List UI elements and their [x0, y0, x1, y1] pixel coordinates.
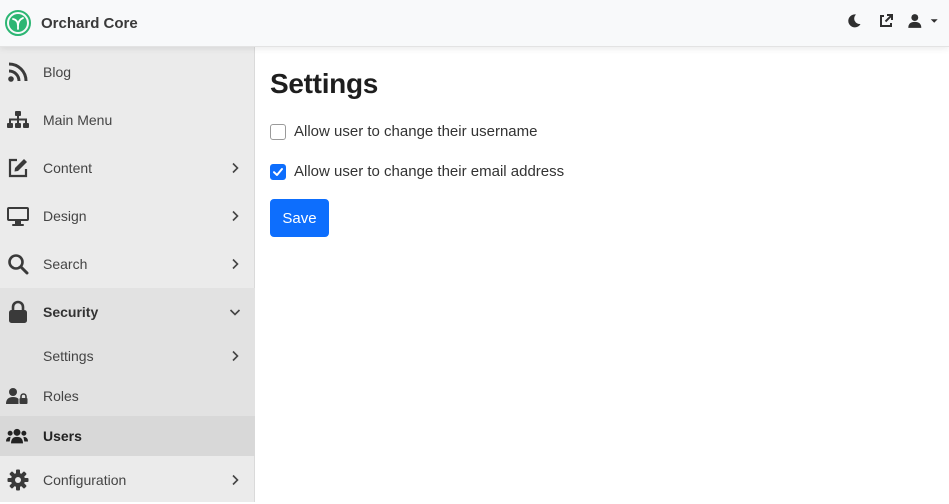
save-button[interactable]: Save [270, 199, 329, 237]
sidebar-item-configuration[interactable]: Configuration [0, 456, 255, 504]
option-allow-change-email[interactable]: Allow user to change their email address [270, 163, 564, 180]
sidebar-item-label: Users [43, 428, 82, 444]
checkbox-unchecked[interactable] [270, 123, 286, 140]
user-icon [908, 14, 922, 28]
check-icon [273, 167, 283, 176]
user-menu[interactable] [907, 12, 939, 30]
sidebar-item-search[interactable]: Search [0, 240, 255, 288]
chevron-right-icon [232, 350, 239, 362]
option-label: Allow user to change their email address [294, 163, 565, 180]
chevron-right-icon [232, 210, 239, 222]
sidebar-item-label: Security [43, 304, 99, 320]
rss-icon [5, 59, 31, 85]
sidebar-item-label: Settings [43, 348, 94, 364]
user-lock-icon [6, 385, 28, 407]
sidebar-item-content[interactable]: Content [0, 144, 255, 192]
sidebar-item-label: Configuration [43, 472, 127, 488]
sidebar-item-label: Roles [43, 388, 79, 404]
edit-icon [5, 155, 31, 181]
option-label: Allow user to change their username [294, 123, 538, 140]
chevron-right-icon [232, 162, 239, 174]
option-allow-change-username[interactable]: Allow user to change their username [270, 123, 537, 140]
sidebar-item-blog[interactable]: Blog [0, 48, 255, 96]
caret-down-icon [930, 19, 938, 23]
external-link-icon[interactable] [877, 12, 895, 30]
moon-icon[interactable] [845, 12, 863, 30]
top-navbar: Orchard Core [0, 0, 949, 47]
sidebar-item-label: Design [43, 208, 87, 224]
sidebar-item-users[interactable]: Users [0, 416, 255, 456]
users-icon [6, 425, 28, 447]
checkbox-checked[interactable] [270, 163, 286, 180]
sidebar-item-label: Search [43, 256, 88, 272]
orchard-logo-icon [5, 10, 31, 36]
sitemap-icon [5, 107, 31, 133]
brand-link[interactable]: Orchard Core [5, 10, 138, 36]
sidebar-item-label: Blog [43, 64, 72, 80]
sidebar-item-settings[interactable]: Settings [0, 336, 255, 376]
sidebar-item-design[interactable]: Design [0, 192, 255, 240]
app-name: Orchard Core [41, 14, 138, 32]
sidebar-item-label: Main Menu [43, 112, 113, 128]
sidebar-item-label: Content [43, 160, 93, 176]
sidebar-item-roles[interactable]: Roles [0, 376, 255, 416]
sidebar-item-main-menu[interactable]: Main Menu [0, 96, 255, 144]
cog-icon [5, 467, 31, 493]
lock-icon [5, 299, 31, 325]
desktop-icon [5, 203, 31, 229]
page-title: Settings [270, 68, 379, 99]
chevron-right-icon [232, 474, 239, 486]
chevron-down-icon [229, 309, 241, 316]
sidebar: Blog Main Menu Content Design Search Sec… [0, 47, 255, 502]
search-icon [5, 251, 31, 277]
chevron-right-icon [232, 258, 239, 270]
sidebar-item-security[interactable]: Security [0, 288, 255, 336]
main-content: Settings Allow user to change their user… [256, 47, 949, 502]
